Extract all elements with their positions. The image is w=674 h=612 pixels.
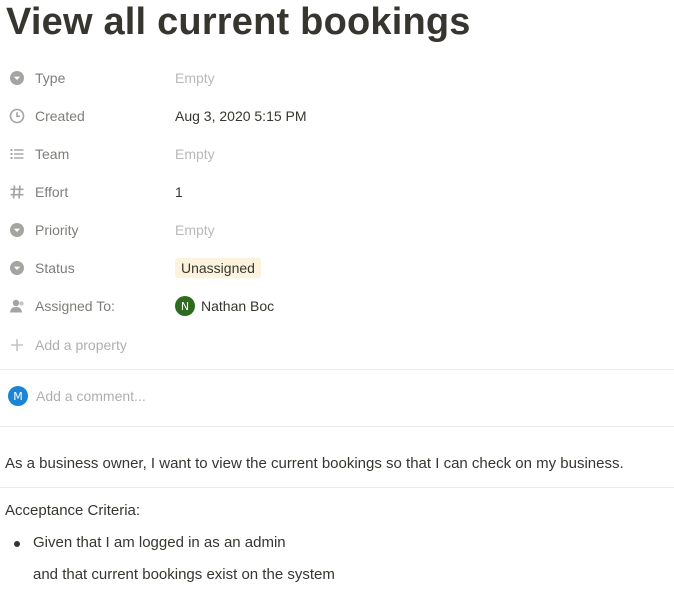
hash-icon — [8, 183, 26, 201]
property-label: Assigned To: — [35, 298, 115, 314]
property-value-created: Aug 3, 2020 5:15 PM — [175, 108, 307, 124]
comment-row: M Add a comment... — [8, 382, 146, 410]
divider — [0, 487, 674, 488]
status-tag: Unassigned — [175, 258, 261, 278]
avatar: M — [8, 386, 28, 406]
property-row-team: Team Empty — [0, 137, 674, 171]
divider — [0, 426, 674, 427]
property-row-status: Status Unassigned — [0, 251, 674, 285]
select-icon — [8, 221, 26, 239]
property-label: Type — [35, 70, 66, 86]
person-icon — [8, 297, 26, 315]
property-row-type: Type Empty — [0, 61, 674, 95]
property-name-team[interactable]: Team — [8, 137, 168, 171]
property-label: Created — [35, 108, 85, 124]
property-label: Status — [35, 260, 75, 276]
property-label: Team — [35, 146, 70, 162]
property-row-effort: Effort 1 — [0, 175, 674, 209]
divider — [0, 369, 674, 370]
select-icon — [8, 69, 26, 87]
add-property-label: Add a property — [35, 337, 127, 353]
comment-input[interactable]: Add a comment... — [36, 388, 146, 404]
property-value-priority[interactable]: Empty — [168, 213, 648, 247]
avatar: N — [175, 296, 195, 316]
property-name-priority[interactable]: Priority — [8, 213, 168, 247]
bullet-text[interactable]: Given that I am logged in as an admin — [33, 534, 286, 551]
property-label: Priority — [35, 222, 79, 238]
page-title[interactable]: View all current bookings — [6, 0, 471, 44]
property-value-effort[interactable]: 1 — [168, 175, 648, 209]
assignee-name: Nathan Boc — [201, 298, 275, 314]
property-value-type[interactable]: Empty — [168, 61, 648, 95]
property-name-effort[interactable]: Effort — [8, 175, 168, 209]
property-row-created: Created Aug 3, 2020 5:15 PM — [0, 99, 674, 133]
criteria-heading[interactable]: Acceptance Criteria: — [5, 502, 140, 519]
property-row-priority: Priority Empty — [0, 213, 674, 247]
property-value-assigned-to[interactable]: N Nathan Boc — [168, 289, 648, 323]
property-name-status[interactable]: Status — [8, 251, 168, 285]
property-label: Effort — [35, 184, 69, 200]
property-value-status[interactable]: Unassigned — [168, 251, 648, 285]
property-row-assigned-to: Assigned To: N Nathan Boc — [0, 289, 674, 323]
property-name-created[interactable]: Created — [8, 99, 168, 133]
add-property-row: Add a property — [0, 328, 674, 362]
property-value-team[interactable]: Empty — [168, 137, 648, 171]
bullet-text-continued[interactable]: and that current bookings exist on the s… — [33, 566, 335, 583]
add-property-button[interactable]: Add a property — [8, 328, 168, 362]
clock-icon — [8, 107, 26, 125]
list-icon — [8, 145, 26, 163]
description-text[interactable]: As a business owner, I want to view the … — [5, 455, 624, 472]
select-icon — [8, 259, 26, 277]
property-name-assigned-to[interactable]: Assigned To: — [8, 289, 168, 323]
bullet-dot — [14, 541, 20, 547]
plus-icon — [8, 336, 26, 354]
property-name-type[interactable]: Type — [8, 61, 168, 95]
